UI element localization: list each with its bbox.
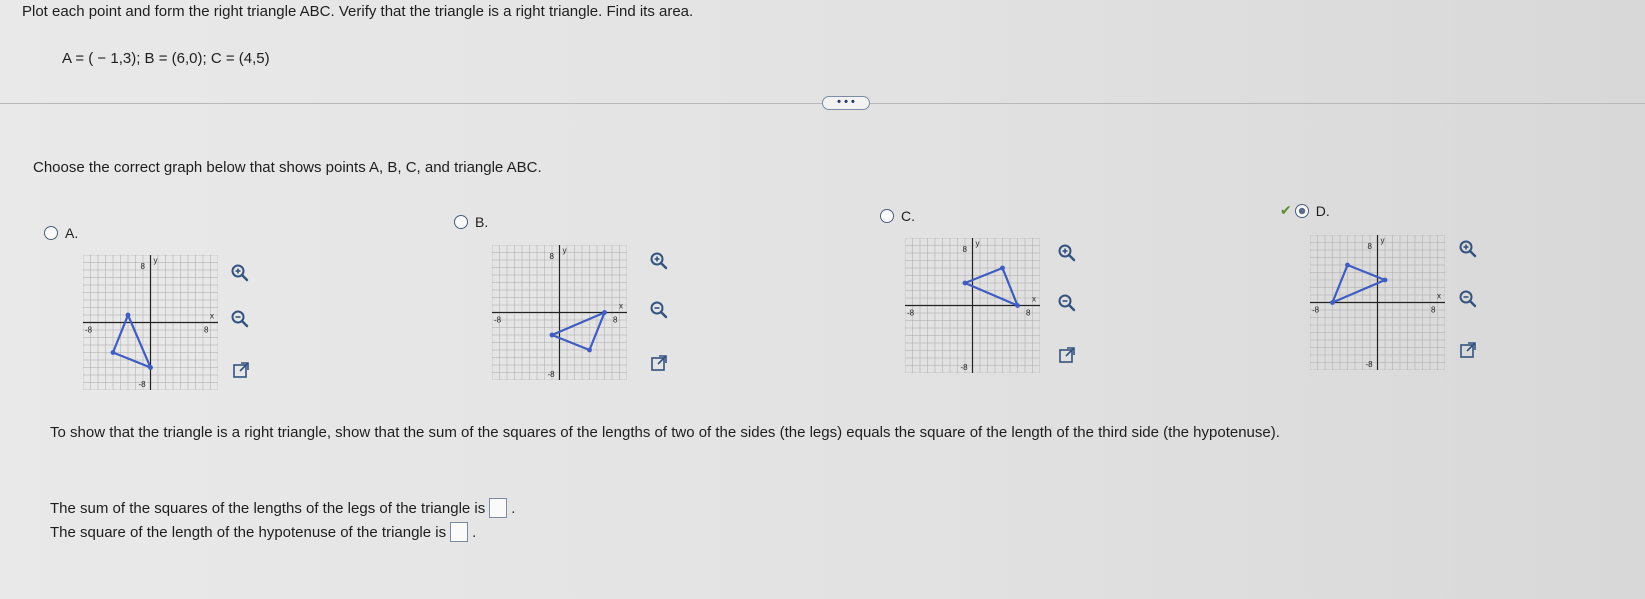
- option-a[interactable]: A.: [44, 225, 78, 241]
- y-axis-label: y: [976, 239, 980, 248]
- prompt-text: Choose the correct graph below that show…: [33, 159, 542, 176]
- triangle-vertex: [125, 312, 131, 318]
- zoom-in-icon[interactable]: [646, 248, 672, 274]
- tick-label-x-left: -8: [1312, 306, 1320, 315]
- radio-b[interactable]: [454, 215, 468, 229]
- triangle-vertex: [148, 365, 153, 370]
- triangle-vertex: [602, 310, 607, 315]
- zoom-in-icon[interactable]: [1054, 240, 1080, 266]
- x-axis-label: x: [210, 312, 214, 321]
- zoom-out-icon[interactable]: [1054, 290, 1080, 316]
- tick-label-x-right: 8: [204, 326, 209, 335]
- tick-label-x-right: 8: [613, 316, 618, 325]
- y-axis-label: y: [1381, 236, 1385, 245]
- option-c[interactable]: C.: [880, 208, 915, 224]
- tick-label-y-top: 8: [1368, 242, 1373, 251]
- triangle-vertex: [549, 332, 555, 338]
- graph-b-svg: yx8-8 8-8: [492, 245, 627, 380]
- zoom-in-icon[interactable]: [227, 260, 253, 286]
- points-text: A = ( − 1,3); B = (6,0); C = (4,5): [62, 50, 270, 67]
- tick-label-y-bottom: -8: [139, 380, 147, 389]
- graph-b: y x 8 -8 8 -8: [492, 245, 627, 380]
- tick-label-y-bottom: -8: [1366, 360, 1374, 369]
- option-b[interactable]: B.: [454, 214, 488, 230]
- tick-label-x-right: 8: [1431, 306, 1436, 315]
- tick-label-y-bottom: -8: [961, 363, 969, 372]
- triangle-vertex: [587, 347, 592, 353]
- triangle-vertex: [1345, 262, 1350, 268]
- x-axis-label: x: [619, 302, 623, 311]
- x-axis-label: x: [1032, 295, 1036, 304]
- radio-a[interactable]: [44, 226, 58, 240]
- zoom-out-icon[interactable]: [227, 306, 253, 332]
- zoom-out-icon[interactable]: [1455, 286, 1481, 312]
- graph-a-svg: yx8-8 8-8: [83, 255, 218, 390]
- graph-c-svg: yx8-8 8-8: [905, 238, 1040, 373]
- triangle-vertex: [962, 280, 968, 286]
- option-d-label: D.: [1315, 202, 1330, 219]
- tick-label-y-top: 8: [141, 262, 146, 271]
- tick-label-x-left: -8: [907, 309, 915, 318]
- zoom-out-icon[interactable]: [646, 297, 672, 323]
- tick-label-x-right: 8: [1026, 309, 1031, 318]
- tick-label-x-left: -8: [85, 326, 93, 335]
- x-axis-label: x: [1437, 292, 1441, 301]
- triangle-vertex: [110, 350, 116, 355]
- hyp-line: The square of the length of the hypotenu…: [50, 522, 477, 542]
- triangle-vertex: [1015, 303, 1020, 308]
- option-d[interactable]: ✔ D.: [1280, 202, 1330, 219]
- zoom-in-icon[interactable]: [1455, 236, 1481, 262]
- tick-label-y-top: 8: [963, 245, 968, 254]
- y-axis-label: y: [154, 256, 158, 265]
- external-link-icon[interactable]: [1455, 337, 1481, 363]
- hyp-answer-box[interactable]: [450, 522, 469, 542]
- legs-sentence: The sum of the squares of the lengths of…: [50, 499, 486, 517]
- triangle-vertex: [1000, 265, 1005, 271]
- legs-line: The sum of the squares of the lengths of…: [50, 498, 516, 518]
- triangle-vertex: [1330, 300, 1335, 305]
- y-axis-label: y: [563, 246, 567, 255]
- external-link-icon[interactable]: [1054, 342, 1080, 368]
- option-a-label: A.: [65, 225, 79, 241]
- explanation-text: To show that the triangle is a right tri…: [50, 424, 1280, 441]
- graph-a: y x 8 -8 8 -8: [83, 255, 218, 390]
- legs-answer-box[interactable]: [489, 498, 508, 518]
- more-button[interactable]: • • •: [822, 96, 870, 110]
- external-link-icon[interactable]: [228, 357, 254, 383]
- graph-c: y x 8 -8 8 -8: [905, 238, 1040, 373]
- option-c-label: C.: [901, 208, 915, 224]
- tick-label-x-left: -8: [494, 316, 502, 325]
- graph-d-svg: yx8-8 8-8: [1310, 235, 1445, 370]
- check-icon: ✔: [1280, 202, 1292, 218]
- radio-c[interactable]: [880, 209, 894, 223]
- option-b-label: B.: [475, 214, 489, 230]
- external-link-icon[interactable]: [646, 350, 672, 376]
- tick-label-y-bottom: -8: [548, 370, 556, 379]
- tick-label-y-top: 8: [550, 252, 555, 261]
- graph-d: y x 8 -8 8 -8: [1310, 235, 1445, 370]
- triangle-vertex: [1382, 277, 1388, 283]
- question-text: Plot each point and form the right trian…: [22, 3, 694, 20]
- radio-d[interactable]: [1294, 203, 1309, 218]
- hyp-sentence: The square of the length of the hypotenu…: [50, 523, 447, 541]
